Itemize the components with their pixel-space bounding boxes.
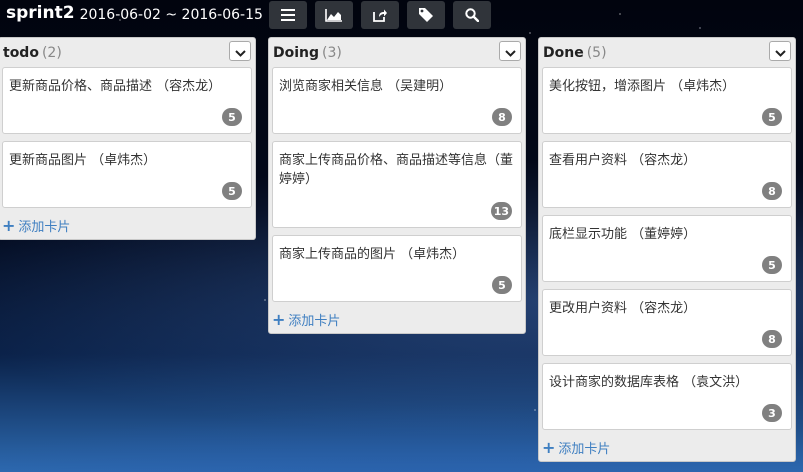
card[interactable]: 商家上传商品的图片 （卓炜杰） 5 [272, 235, 522, 302]
card-text: 美化按钮，增添图片 （卓炜杰） [549, 79, 736, 94]
add-card-label: 添加卡片 [288, 313, 341, 329]
board-title: sprint2 [6, 3, 75, 23]
sprint-date-range: 2016-06-02 ~ 2016-06-15 [79, 7, 263, 23]
menu-icon [280, 9, 295, 21]
plus-icon: + [542, 437, 556, 457]
card-text: 更新商品价格、商品描述 （容杰龙） [9, 79, 222, 94]
tag-icon [418, 8, 433, 22]
story-points-badge: 5 [222, 182, 242, 200]
chevron-down-icon [504, 42, 516, 61]
list-header: todo (2) [0, 38, 255, 67]
chevron-down-icon [774, 42, 786, 61]
list-header: Done (5) [539, 38, 795, 67]
top-bar: sprint2 2016-06-02 ~ 2016-06-15 [0, 0, 499, 30]
list-menu-button[interactable] [499, 41, 521, 61]
card-text: 浏览商家相关信息 （吴建明） [279, 79, 453, 94]
card[interactable]: 商家上传商品价格、商品描述等信息（董婷婷） 13 [272, 141, 522, 228]
search-button[interactable] [452, 1, 491, 29]
story-points-badge: 8 [762, 330, 782, 348]
card[interactable]: 更新商品价格、商品描述 （容杰龙） 5 [2, 67, 252, 134]
share-button[interactable] [360, 1, 399, 29]
card[interactable]: 设计商家的数据库表格 （袁文洪） 3 [542, 363, 792, 430]
list-count: (3) [322, 44, 342, 61]
card-text: 更改用户资料 （容杰龙） [549, 301, 697, 316]
add-card-button[interactable]: + 添加卡片 [539, 433, 795, 461]
story-points-badge: 5 [762, 256, 782, 274]
list-menu-button[interactable] [769, 41, 791, 61]
plus-icon: + [272, 309, 286, 329]
search-icon [465, 8, 479, 22]
add-card-label: 添加卡片 [558, 441, 611, 457]
list-count: (2) [41, 44, 62, 61]
list-header: Doing (3) [269, 38, 525, 67]
card[interactable]: 查看用户资料 （容杰龙） 8 [542, 141, 792, 208]
card[interactable]: 美化按钮，增添图片 （卓炜杰） 5 [542, 67, 792, 134]
card[interactable]: 浏览商家相关信息 （吴建明） 8 [272, 67, 522, 134]
list-title: todo [3, 44, 39, 61]
list-title: Done [543, 44, 584, 61]
list-title: Doing [273, 44, 320, 61]
menu-button[interactable] [268, 1, 307, 29]
chart-icon [325, 8, 343, 22]
list-todo: todo (2) 更新商品价格、商品描述 （容杰龙） 5 更新商品图片 （卓炜杰… [0, 37, 256, 240]
list-doing: Doing (3) 浏览商家相关信息 （吴建明） 8 商家上传商品价格、商品描述… [268, 37, 526, 334]
list-count: (5) [586, 44, 607, 61]
story-points-badge: 5 [762, 108, 782, 126]
card[interactable]: 底栏显示功能 （董婷婷） 5 [542, 215, 792, 282]
card-text: 商家上传商品的图片 （卓炜杰） [279, 247, 466, 262]
card-text: 底栏显示功能 （董婷婷） [549, 227, 697, 242]
card-text: 更新商品图片 （卓炜杰） [9, 153, 157, 168]
list-done: Done (5) 美化按钮，增添图片 （卓炜杰） 5 查看用户资料 （容杰龙） … [538, 37, 796, 462]
card[interactable]: 更改用户资料 （容杰龙） 8 [542, 289, 792, 356]
chart-button[interactable] [314, 1, 353, 29]
story-points-badge: 13 [490, 202, 512, 220]
list-menu-button[interactable] [229, 41, 251, 61]
chevron-down-icon [234, 42, 246, 61]
story-points-badge: 3 [762, 404, 782, 422]
card-text: 设计商家的数据库表格 （袁文洪） [549, 375, 749, 390]
card-text: 商家上传商品价格、商品描述等信息（董婷婷） [279, 153, 514, 187]
tag-button[interactable] [406, 1, 445, 29]
story-points-badge: 8 [762, 182, 782, 200]
story-points-badge: 5 [222, 108, 242, 126]
card[interactable]: 更新商品图片 （卓炜杰） 5 [2, 141, 252, 208]
story-points-badge: 8 [492, 108, 512, 126]
add-card-label: 添加卡片 [18, 219, 71, 235]
share-icon [372, 8, 388, 22]
add-card-button[interactable]: + 添加卡片 [0, 211, 255, 239]
story-points-badge: 5 [492, 276, 512, 294]
card-text: 查看用户资料 （容杰龙） [549, 153, 697, 168]
add-card-button[interactable]: + 添加卡片 [269, 305, 525, 333]
plus-icon: + [2, 215, 16, 235]
